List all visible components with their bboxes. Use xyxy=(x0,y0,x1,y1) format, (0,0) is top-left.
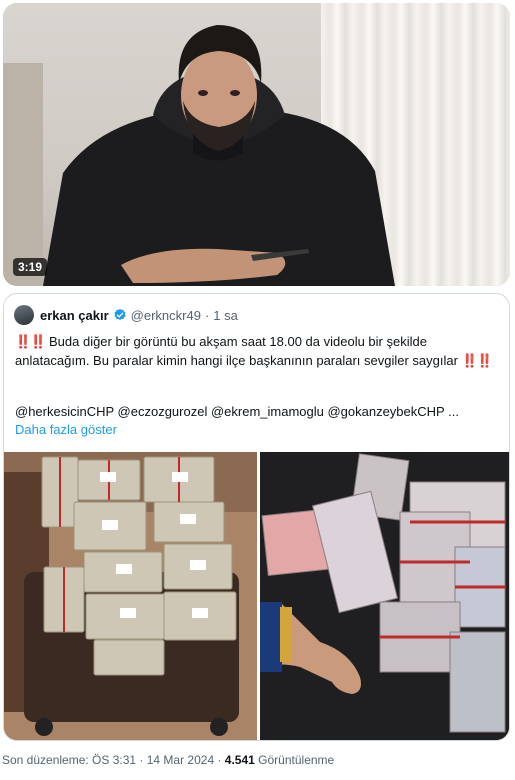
tweet-mentions[interactable]: @herkesicinCHP @eczozgurozel @ekrem_imam… xyxy=(15,404,499,419)
author-name[interactable]: erkan çakır xyxy=(40,308,109,323)
quoted-tweet-header: erkan çakır @erknckr49 · 1 sa xyxy=(14,304,238,326)
tweet-footer: Son düzenleme: ÖS 3:31 · 14 Mar 2024 · 4… xyxy=(2,753,334,767)
money-stacks-illustration xyxy=(4,452,257,740)
tweet-text: ‼️‼️ Buda diğer bir görüntü bu akşam saa… xyxy=(15,332,499,370)
double-exclamation-emoji: ‼️‼️ xyxy=(15,334,46,349)
edited-timestamp[interactable]: Son düzenleme: ÖS 3:31 · 14 Mar 2024 · xyxy=(2,753,225,767)
views-count: 4.541 xyxy=(224,753,255,767)
tweet-image-money-suitcase[interactable] xyxy=(4,452,257,740)
quoted-tweet[interactable]: erkan çakır @erknckr49 · 1 sa ‼️‼️ Buda … xyxy=(3,293,510,741)
tweet-image-banknotes-hand[interactable] xyxy=(260,452,509,740)
video-person-figure xyxy=(43,25,395,286)
author-handle[interactable]: @erknckr49 xyxy=(131,308,201,323)
author-avatar[interactable] xyxy=(14,305,34,325)
video-player[interactable]: 3:19 xyxy=(3,3,510,286)
tweet-time[interactable]: 1 sa xyxy=(213,308,238,323)
double-exclamation-emoji: ‼️‼️ xyxy=(461,353,493,368)
tweet-body: Buda diğer bir görüntü bu akşam saat 18.… xyxy=(15,334,462,368)
banknotes-illustration xyxy=(260,452,509,740)
verified-badge-icon xyxy=(114,308,126,321)
video-duration: 3:19 xyxy=(13,258,48,276)
separator-dot: · xyxy=(204,307,210,323)
views-label: Görüntülenme xyxy=(254,753,335,767)
show-more-link[interactable]: Daha fazla göster xyxy=(15,422,117,437)
